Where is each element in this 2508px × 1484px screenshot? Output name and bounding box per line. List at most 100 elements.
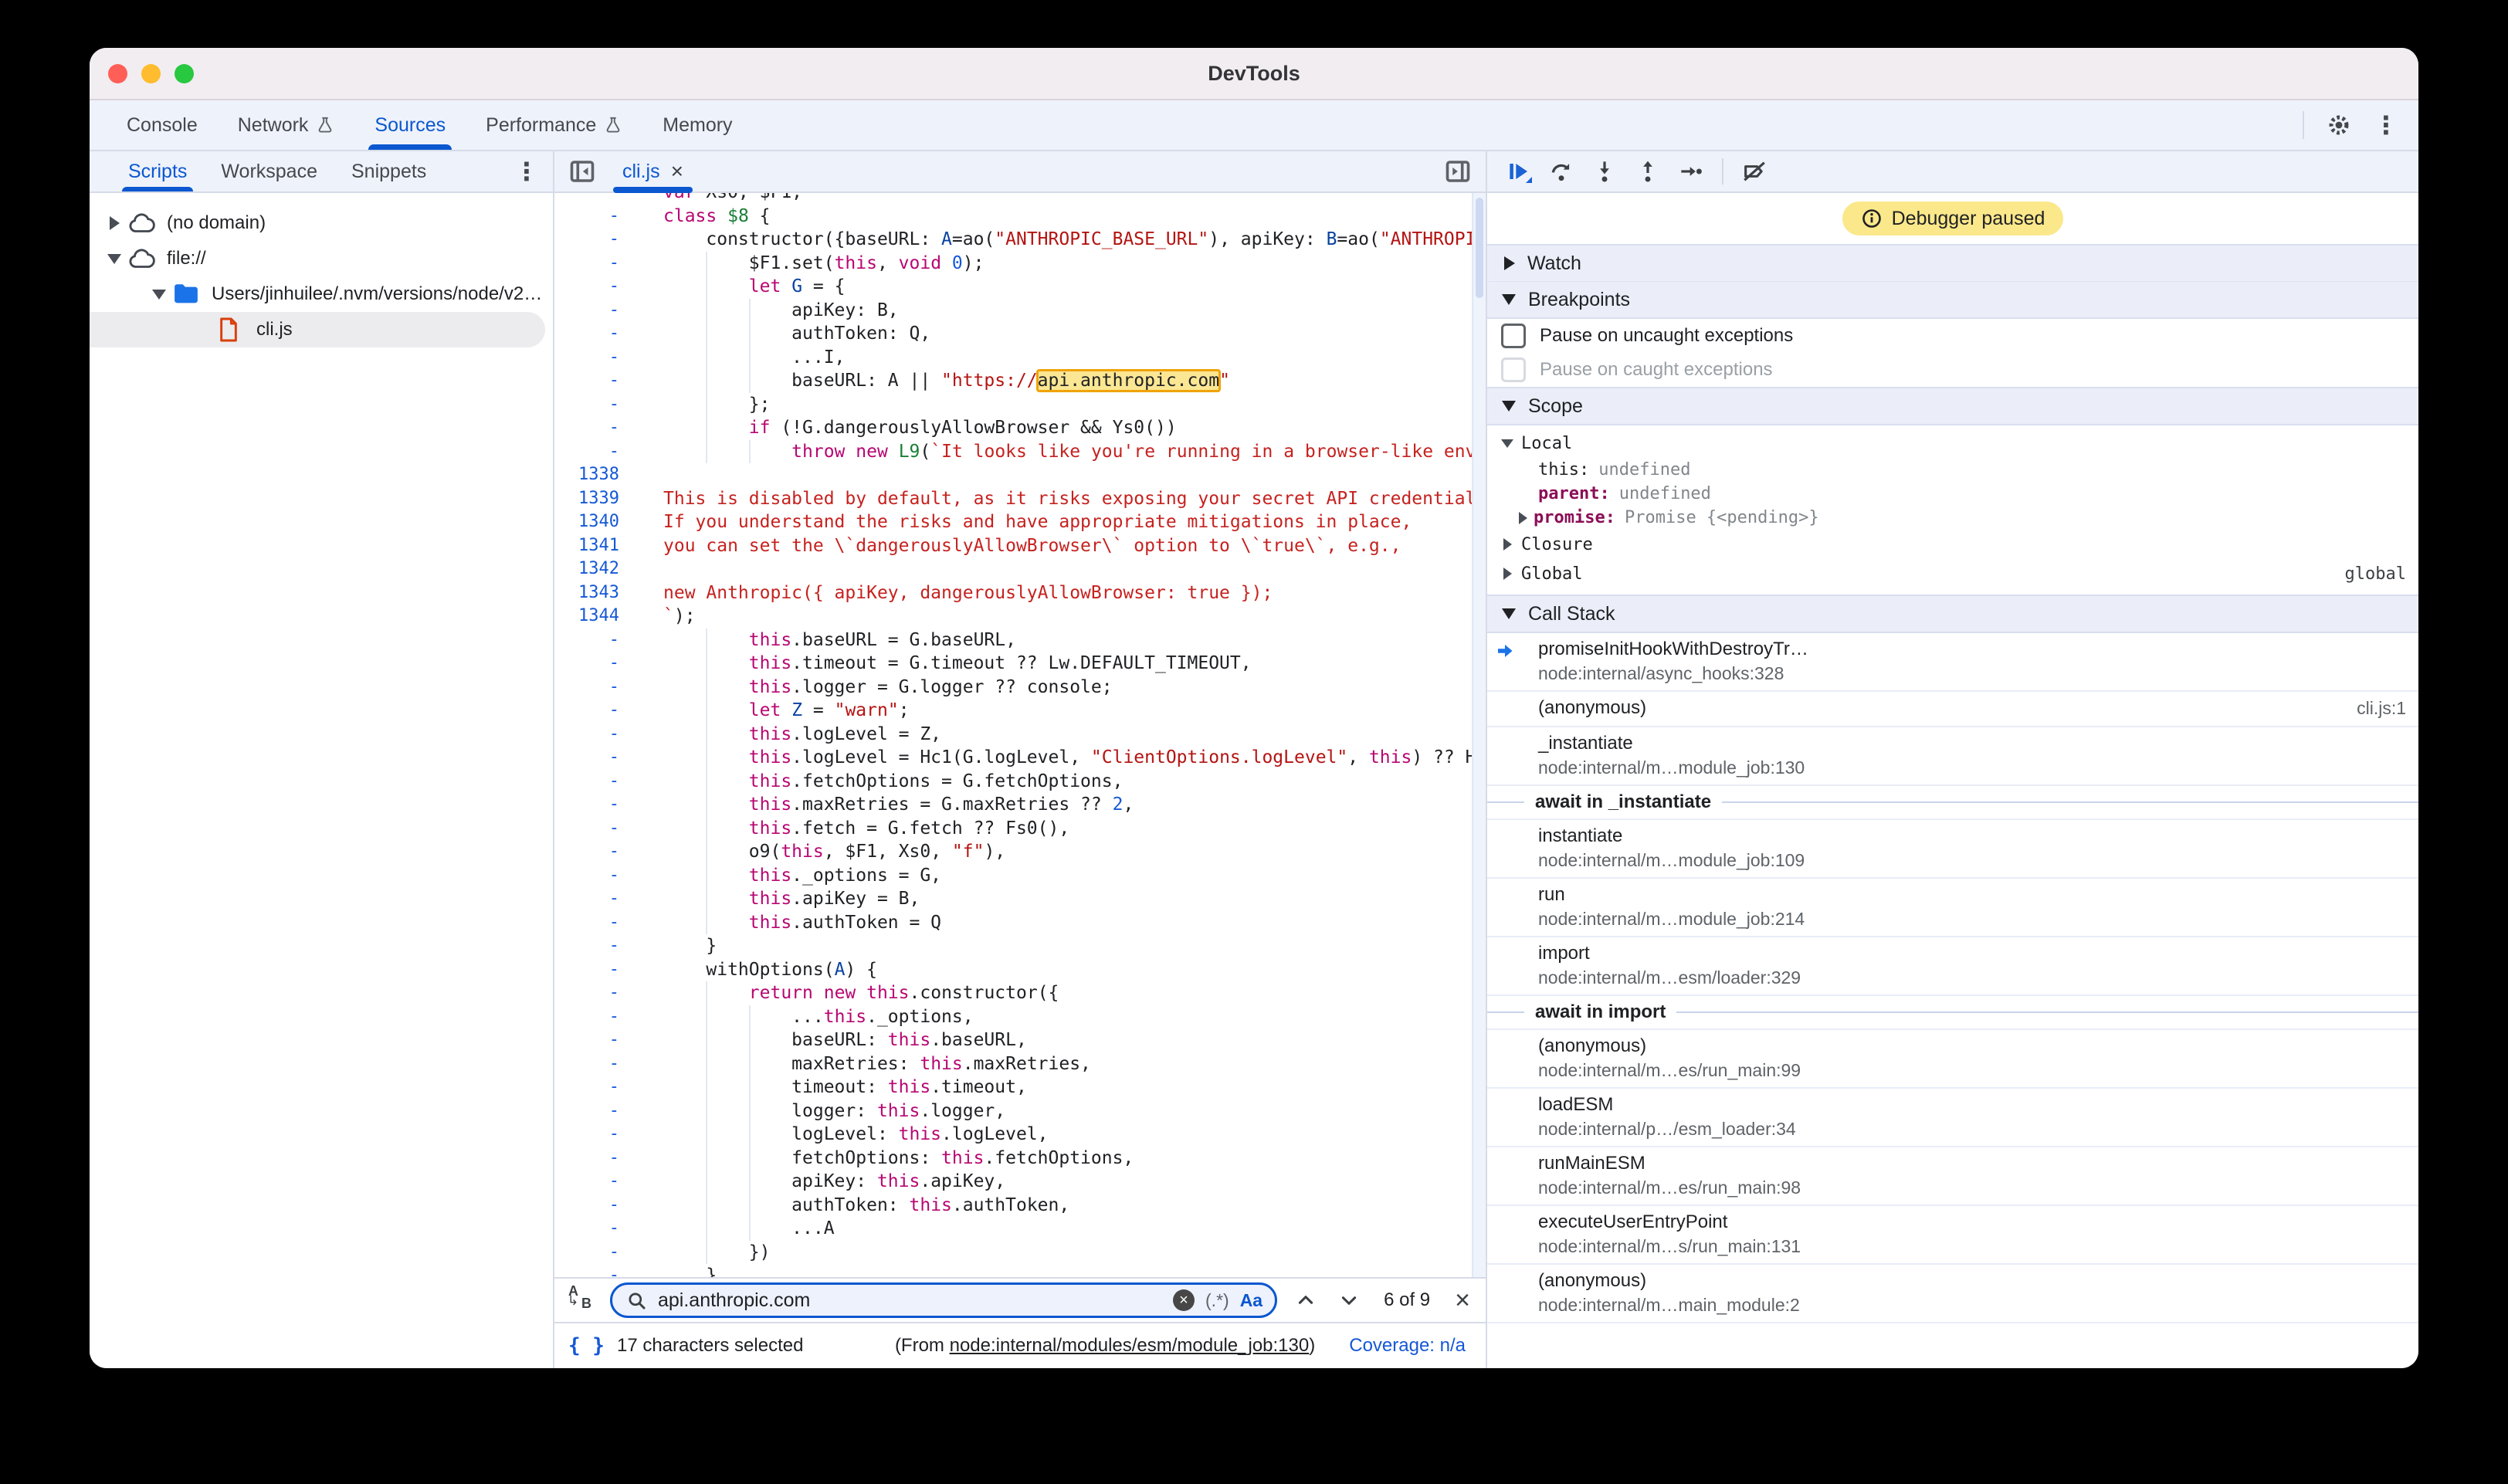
code-line[interactable]: 1341you can set the \`dangerouslyAllowBr… (554, 534, 1486, 558)
line-marker[interactable]: - (554, 1194, 635, 1218)
resume-script-button[interactable] (1498, 154, 1538, 188)
code-line[interactable]: - logLevel: this.logLevel, (554, 1123, 1486, 1147)
zoom-window-button[interactable] (175, 64, 194, 83)
section-call-stack[interactable]: Call Stack (1487, 596, 2418, 632)
code-line[interactable]: - this.logLevel = Z, (554, 723, 1486, 747)
chevron-right-icon[interactable] (1512, 512, 1534, 524)
frame-location[interactable]: node:internal/m…s/run_main:131 (1487, 1235, 2418, 1258)
code-line[interactable]: 1342 (554, 557, 1486, 581)
regex-toggle[interactable]: (.*) (1205, 1290, 1229, 1311)
code-line[interactable]: - this.timeout = G.timeout ?? Lw.DEFAULT… (554, 652, 1486, 676)
tree-item--no-domain-[interactable]: (no domain) (90, 205, 545, 241)
search-input[interactable]: api.anthropic.com × (.*) Aa (610, 1282, 1277, 1318)
code-line[interactable]: - this.logLevel = Hc1(G.logLevel, "Clien… (554, 746, 1486, 770)
navigator-tab-workspace[interactable]: Workspace (204, 151, 334, 191)
section-watch[interactable]: Watch (1487, 246, 2418, 281)
call-stack-frame[interactable]: executeUserEntryPointnode:internal/m…s/r… (1487, 1206, 2418, 1265)
navigator-kebab-icon[interactable]: ⋮ (514, 159, 539, 184)
line-marker[interactable]: - (554, 887, 635, 911)
code-line[interactable]: - logger: this.logger, (554, 1099, 1486, 1123)
scope-group-closure[interactable]: Closure (1487, 530, 2418, 559)
call-stack-frame[interactable]: promiseInitHookWithDestroyTr…node:intern… (1487, 633, 2418, 692)
collapse-navigator-icon[interactable] (568, 158, 596, 185)
call-stack-frame[interactable]: runnode:internal/m…module_job:214 (1487, 879, 2418, 937)
line-marker[interactable]: - (554, 299, 635, 323)
code-line[interactable]: 1339This is disabled by default, as it r… (554, 487, 1486, 511)
code-line[interactable]: - fetchOptions: this.fetchOptions, (554, 1147, 1486, 1171)
code-line[interactable]: - apiKey: this.apiKey, (554, 1170, 1486, 1194)
minimize-window-button[interactable] (141, 64, 161, 83)
chevron-down-icon[interactable] (100, 254, 128, 264)
code-line[interactable]: - this.logger = G.logger ?? console; (554, 676, 1486, 700)
deactivate-breakpoints-button[interactable] (1734, 154, 1774, 188)
line-marker[interactable]: - (554, 1076, 635, 1099)
line-marker[interactable]: - (554, 723, 635, 747)
code-line[interactable]: - withOptions(A) { (554, 958, 1486, 982)
source-mapping-link[interactable]: node:internal/modules/esm/module_job:130 (950, 1335, 1310, 1356)
frame-location[interactable]: cli.js:1 (2357, 696, 2406, 720)
replace-toggle-icon[interactable]: A ↳ B (565, 1283, 596, 1317)
line-marker[interactable]: - (554, 393, 635, 417)
line-marker[interactable]: - (554, 793, 635, 817)
step-over-button[interactable] (1541, 154, 1581, 188)
line-marker[interactable]: - (554, 1123, 635, 1147)
scrollbar-thumb[interactable] (1476, 198, 1483, 298)
line-marker[interactable]: - (554, 934, 635, 958)
tab-close-icon[interactable]: × (671, 159, 683, 184)
chevron-down-icon[interactable] (145, 290, 173, 300)
line-marker[interactable]: - (554, 699, 635, 723)
line-number[interactable]: 1340 (554, 510, 635, 534)
match-case-toggle[interactable]: Aa (1240, 1290, 1262, 1311)
pretty-print-icon[interactable]: { } (568, 1334, 605, 1357)
line-marker[interactable] (554, 193, 635, 205)
line-marker[interactable]: - (554, 228, 635, 252)
line-number[interactable]: 1339 (554, 487, 635, 511)
frame-location[interactable]: node:internal/m…es/run_main:99 (1487, 1059, 2418, 1082)
call-stack-frame[interactable]: runMainESMnode:internal/m…es/run_main:98 (1487, 1147, 2418, 1206)
call-stack-frame[interactable]: instantiatenode:internal/m…module_job:10… (1487, 820, 2418, 879)
settings-gear-icon[interactable] (2326, 112, 2352, 138)
code-line[interactable]: - this.baseURL = G.baseURL, (554, 628, 1486, 652)
chevron-down-icon[interactable] (1493, 439, 1521, 448)
code-line[interactable]: - let G = { (554, 275, 1486, 299)
call-stack-frame[interactable]: (anonymous)node:internal/m…main_module:2 (1487, 1265, 2418, 1323)
section-breakpoints[interactable]: Breakpoints (1487, 281, 2418, 317)
tree-item-users-jinhuilee-nvm-versions-node-v2-[interactable]: Users/jinhuilee/.nvm/versions/node/v2… (90, 276, 545, 312)
code-line[interactable]: - constructor({baseURL: A=ao("ANTHROPIC_… (554, 228, 1486, 252)
code-line[interactable]: - this._options = G, (554, 864, 1486, 888)
next-match-icon[interactable] (1334, 1290, 1364, 1310)
line-marker[interactable]: - (554, 840, 635, 864)
code-line[interactable]: - throw new L9(`It looks like you're run… (554, 440, 1486, 464)
code-line[interactable]: - authToken: Q, (554, 322, 1486, 346)
line-number[interactable]: 1338 (554, 463, 635, 487)
breakpoint-option[interactable]: Pause on uncaught exceptions (1487, 319, 2418, 353)
line-number[interactable]: 1343 (554, 581, 635, 605)
code-line[interactable]: - $F1.set(this, void 0); (554, 252, 1486, 276)
step-out-button[interactable] (1628, 154, 1668, 188)
chevron-right-icon[interactable] (100, 216, 128, 230)
line-marker[interactable]: - (554, 628, 635, 652)
line-number[interactable]: 1341 (554, 534, 635, 558)
search-query-text[interactable]: api.anthropic.com (658, 1289, 1162, 1312)
code-line[interactable]: - ...this._options, (554, 1005, 1486, 1029)
line-number[interactable]: 1344 (554, 605, 635, 628)
code-line[interactable]: - return new this.constructor({ (554, 981, 1486, 1005)
line-marker[interactable]: - (554, 746, 635, 770)
line-marker[interactable]: - (554, 1264, 635, 1277)
code-line[interactable]: - this.fetch = G.fetch ?? Fs0(), (554, 817, 1486, 841)
checkbox-unchecked[interactable] (1501, 324, 1526, 348)
scope-property-this[interactable]: this:undefined (1487, 458, 2418, 482)
code-line[interactable]: - ...A (554, 1217, 1486, 1241)
code-line[interactable]: - timeout: this.timeout, (554, 1076, 1486, 1099)
line-marker[interactable]: - (554, 676, 635, 700)
frame-location[interactable]: node:internal/m…main_module:2 (1487, 1293, 2418, 1316)
scope-group-global[interactable]: Globalglobal (1487, 559, 2418, 588)
frame-location[interactable]: node:internal/m…es/run_main:98 (1487, 1176, 2418, 1199)
code-line[interactable]: - authToken: this.authToken, (554, 1194, 1486, 1218)
frame-location[interactable]: node:internal/async_hooks:328 (1487, 662, 2418, 685)
source-code-editor[interactable]: var Xs0, $F1;-class $8 {- constructor({b… (554, 193, 1486, 1277)
clear-search-icon[interactable]: × (1173, 1289, 1195, 1311)
editor-scrollbar[interactable] (1472, 193, 1486, 1277)
code-line[interactable]: 1338 (554, 463, 1486, 487)
code-line[interactable]: - maxRetries: this.maxRetries, (554, 1052, 1486, 1076)
